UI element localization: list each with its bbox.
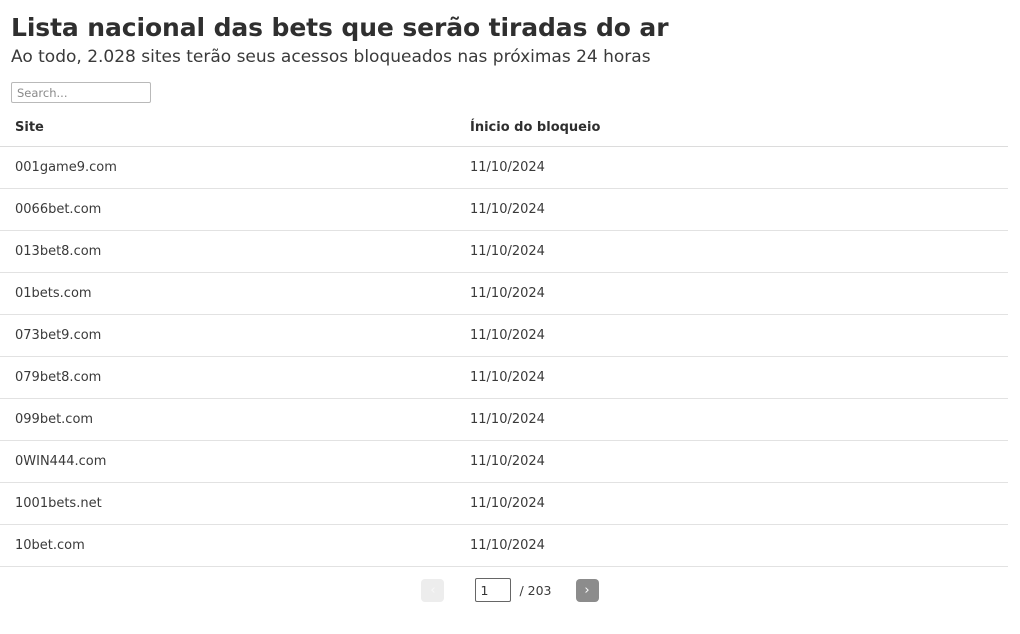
- cell-date: 11/10/2024: [455, 356, 1008, 400]
- cell-site: 099bet.com: [0, 398, 455, 442]
- cell-date: 11/10/2024: [455, 524, 1008, 568]
- cell-site: 1001bets.net: [0, 482, 455, 526]
- cell-site: 013bet8.com: [0, 230, 455, 274]
- chevron-right-icon[interactable]: ›: [575, 578, 599, 602]
- cell-site: 079bet8.com: [0, 356, 455, 400]
- table-row: 001game9.com 11/10/2024: [0, 146, 1008, 190]
- page-title: Lista nacional das bets que serão tirada…: [11, 13, 669, 42]
- table-row: 013bet8.com 11/10/2024: [0, 230, 1008, 274]
- table-header: Site Ínicio do bloqueio: [0, 120, 1008, 148]
- table-row: 073bet9.com 11/10/2024: [0, 314, 1008, 358]
- cell-date: 11/10/2024: [455, 230, 1008, 274]
- cell-date: 11/10/2024: [455, 482, 1008, 526]
- page-root: Lista nacional das bets que serão tirada…: [0, 0, 1020, 634]
- cell-date: 11/10/2024: [455, 440, 1008, 484]
- table-body: 001game9.com 11/10/2024 0066bet.com 11/1…: [0, 146, 1008, 568]
- table-row: 10bet.com 11/10/2024: [0, 524, 1008, 568]
- cell-site: 10bet.com: [0, 524, 455, 568]
- cell-site: 073bet9.com: [0, 314, 455, 358]
- search-container: [0, 68, 1020, 104]
- page-number-input[interactable]: [475, 578, 512, 603]
- cell-site: 001game9.com: [0, 146, 455, 190]
- column-header-site: Site: [0, 120, 455, 148]
- pagination: ‹ / 203 ›: [0, 578, 1020, 603]
- chevron-left-icon[interactable]: ‹: [421, 578, 445, 602]
- page-total-label: / 203: [519, 582, 552, 598]
- table-row: 01bets.com 11/10/2024: [0, 272, 1008, 316]
- table-container: Site Ínicio do bloqueio 001game9.com 11/…: [0, 120, 1020, 568]
- table-row: 079bet8.com 11/10/2024: [0, 356, 1008, 400]
- table-header-row: Site Ínicio do bloqueio: [0, 120, 1008, 148]
- cell-site: 0WIN444.com: [0, 440, 455, 484]
- table-row: 0WIN444.com 11/10/2024: [0, 440, 1008, 484]
- table-row: 0066bet.com 11/10/2024: [0, 188, 1008, 232]
- table-row: 099bet.com 11/10/2024: [0, 398, 1008, 442]
- search-input[interactable]: [11, 82, 151, 104]
- cell-date: 11/10/2024: [455, 398, 1008, 442]
- page-header: Lista nacional das bets que serão tirada…: [0, 0, 1020, 68]
- page-subtitle: Ao todo, 2.028 sites terão seus acessos …: [11, 47, 651, 67]
- bets-table: Site Ínicio do bloqueio 001game9.com 11/…: [0, 120, 1008, 568]
- cell-date: 11/10/2024: [455, 146, 1008, 190]
- cell-date: 11/10/2024: [455, 272, 1008, 316]
- column-header-date: Ínicio do bloqueio: [455, 120, 1008, 148]
- table-row: 1001bets.net 11/10/2024: [0, 482, 1008, 526]
- cell-date: 11/10/2024: [455, 314, 1008, 358]
- cell-date: 11/10/2024: [455, 188, 1008, 232]
- cell-site: 0066bet.com: [0, 188, 455, 232]
- cell-site: 01bets.com: [0, 272, 455, 316]
